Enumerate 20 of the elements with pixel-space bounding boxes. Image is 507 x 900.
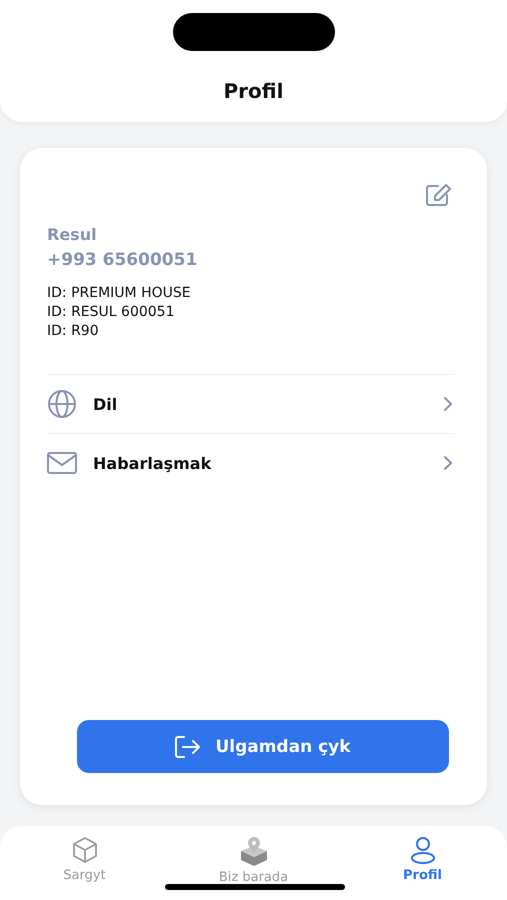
tab[interactable]: Biz barada [198,836,308,896]
menu-item[interactable]: Dil [47,374,455,433]
logout-button[interactable]: Ulgamdan çyk [77,720,449,773]
page-title: Profil [224,79,284,103]
user-id: ID: PREMIUM HOUSE [47,284,192,303]
phone-number: +993 65600051 [47,250,198,270]
chevron-icon [443,396,453,412]
tab[interactable]: Profil [368,836,478,896]
user-name: Resul [47,225,98,244]
user-icon [410,836,436,864]
user-id: ID: RESUL 600051 [47,303,176,322]
logout-icon [175,736,202,758]
menu-item[interactable]: Habarlaşmak [47,433,455,492]
user-id: ID: R90 [47,322,100,341]
edit-icon[interactable] [425,183,453,207]
mail-icon [47,452,77,474]
tab[interactable]: Sargyt [30,836,140,896]
cube-icon [70,836,98,864]
globe-icon [47,389,77,419]
chevron-icon [443,455,453,471]
